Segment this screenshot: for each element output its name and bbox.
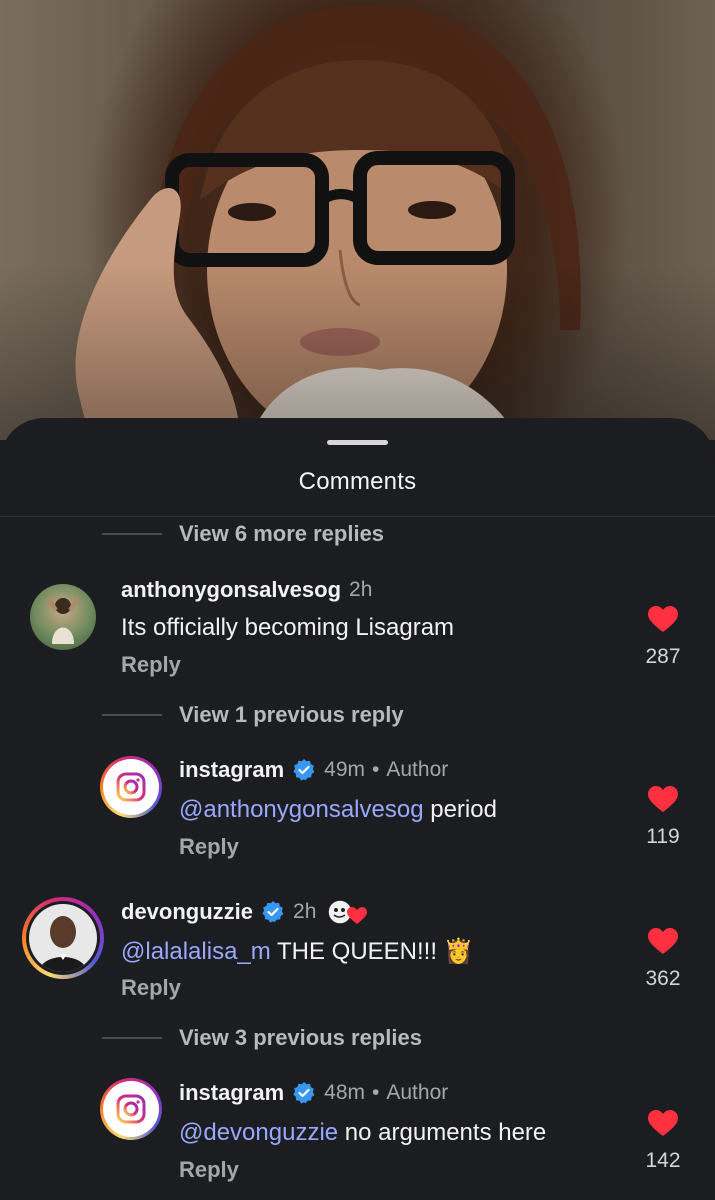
thread-line: [102, 714, 162, 716]
heart-icon: [648, 1110, 678, 1136]
creator-heart-icon: [327, 899, 368, 925]
username[interactable]: devonguzzie: [121, 899, 253, 925]
avatar[interactable]: [100, 756, 162, 818]
comment-text: Its officially becoming Lisagram: [121, 614, 455, 641]
like-count: 119: [646, 825, 680, 848]
author-tag: Author: [386, 1081, 449, 1104]
avatar[interactable]: [22, 897, 104, 979]
like-button[interactable]: 362: [633, 928, 693, 991]
view-previous-replies[interactable]: View 1 previous reply: [102, 700, 404, 730]
like-button[interactable]: 287: [633, 606, 693, 669]
timestamp: 2h: [293, 900, 317, 923]
thread-line: [102, 533, 162, 535]
view-more-replies[interactable]: View 6 more replies: [102, 519, 384, 549]
mention-link[interactable]: @anthonygonsalvesog: [179, 796, 424, 823]
separator: •: [372, 758, 380, 781]
avatar-photo: [29, 904, 97, 972]
like-button[interactable]: 142: [633, 1110, 693, 1173]
timestamp: 2h: [349, 578, 373, 601]
comment-meta: devonguzzie 2h: [121, 898, 370, 926]
avatar-ring-gap: [26, 901, 100, 975]
comment-text-rest: THE QUEEN!!!: [270, 938, 444, 965]
comment-text: @anthonygonsalvesog period: [179, 796, 497, 824]
comment-text-rest: period: [423, 796, 497, 823]
verified-badge-icon: [293, 759, 315, 781]
mention-link[interactable]: @lalalalisa_m: [121, 938, 271, 965]
username[interactable]: anthonygonsalvesog: [121, 577, 341, 603]
post-photo: [0, 0, 715, 440]
avatar-illustration: [46, 596, 80, 644]
comment-text-rest: no arguments here: [338, 1119, 547, 1146]
view-replies-label: View 3 previous replies: [179, 1025, 422, 1050]
separator: •: [372, 1081, 380, 1104]
comment-text: @devonguzzie no arguments here: [179, 1119, 546, 1147]
reply-button[interactable]: Reply: [121, 652, 181, 678]
reply-button[interactable]: Reply: [121, 975, 181, 1001]
comment-meta: instagram 49m • Author: [179, 757, 448, 783]
heart-icon: [648, 606, 678, 632]
reply-button[interactable]: Reply: [179, 1157, 239, 1183]
heart-icon: [648, 786, 678, 812]
thread-line: [102, 1037, 162, 1039]
timestamp: 48m: [324, 1081, 366, 1104]
like-count: 287: [645, 645, 681, 668]
view-previous-replies[interactable]: View 3 previous replies: [102, 1023, 422, 1053]
like-count: 142: [645, 1149, 681, 1172]
mention-link[interactable]: @devonguzzie: [179, 1119, 338, 1146]
view-replies-label: View 1 previous reply: [179, 702, 404, 727]
photo-shade: [0, 0, 715, 440]
verified-badge-icon: [293, 1082, 315, 1104]
avatar[interactable]: [30, 584, 96, 650]
heart-icon: [648, 928, 678, 954]
comment-meta: instagram 48m • Author: [179, 1080, 448, 1106]
instagram-logo-icon: [103, 1081, 159, 1137]
sheet-title: Comments: [298, 468, 417, 495]
view-replies-label: View 6 more replies: [179, 521, 385, 546]
like-count: 362: [645, 967, 681, 990]
divider: [0, 516, 715, 517]
instagram-logo-icon: [103, 759, 159, 815]
avatar[interactable]: [100, 1078, 162, 1140]
reply-button[interactable]: Reply: [179, 834, 239, 860]
like-button[interactable]: 119: [633, 786, 693, 849]
comment-meta: anthonygonsalvesog 2h: [121, 577, 372, 603]
username[interactable]: instagram: [179, 757, 284, 783]
comment-text: @lalalalisa_m THE QUEEN!!! 👸: [121, 937, 474, 966]
author-tag: Author: [386, 758, 449, 781]
queen-emoji: 👸: [443, 938, 474, 965]
verified-badge-icon: [262, 901, 284, 923]
timestamp: 49m: [324, 758, 366, 781]
drag-handle[interactable]: [327, 440, 388, 445]
username[interactable]: instagram: [179, 1080, 284, 1106]
